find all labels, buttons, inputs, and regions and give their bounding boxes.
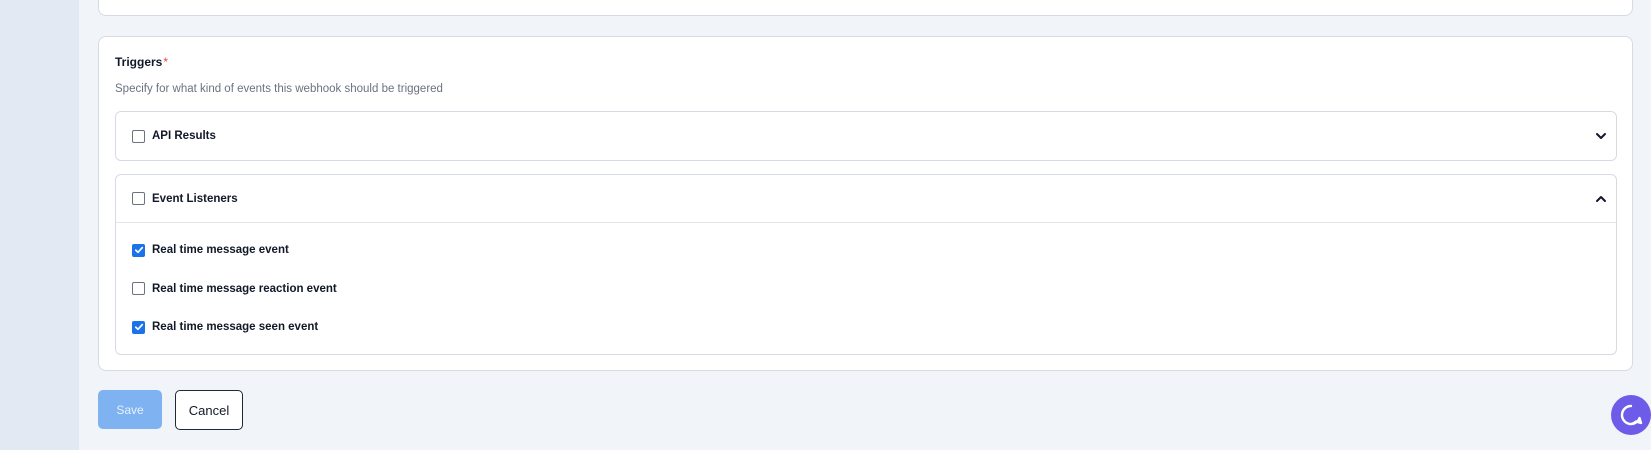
triggers-card: Triggers* Specify for what kind of event… bbox=[98, 36, 1633, 371]
triggers-title-text: Triggers bbox=[115, 55, 163, 69]
option-real-time-message-event[interactable]: Real time message event bbox=[116, 231, 1616, 270]
option-label: Real time message event bbox=[152, 244, 289, 257]
option-label: Real time message reaction event bbox=[152, 282, 337, 295]
chevron-down-icon[interactable] bbox=[1594, 129, 1608, 143]
accordion-header-api-results[interactable]: API Results bbox=[116, 112, 1616, 160]
option-real-time-message-seen-event[interactable]: Real time message seen event bbox=[116, 308, 1616, 347]
chat-widget-button[interactable] bbox=[1611, 395, 1651, 435]
cancel-button[interactable]: Cancel bbox=[175, 390, 243, 430]
real-time-message-event-checkbox[interactable] bbox=[132, 243, 145, 257]
accordion-event-listeners: Event Listeners Real time message event … bbox=[115, 174, 1617, 355]
option-real-time-message-reaction-event[interactable]: Real time message reaction event bbox=[116, 270, 1616, 309]
triggers-title: Triggers* bbox=[115, 55, 168, 69]
accordion-label-api-results: API Results bbox=[152, 130, 216, 142]
real-time-message-seen-event-checkbox[interactable] bbox=[132, 320, 145, 334]
chevron-up-icon[interactable] bbox=[1594, 192, 1608, 206]
triggers-description: Specify for what kind of events this web… bbox=[115, 83, 443, 95]
previous-section-card bbox=[98, 0, 1633, 16]
chat-bubble-icon bbox=[1620, 404, 1643, 426]
accordion-label-event-listeners: Event Listeners bbox=[152, 192, 238, 205]
option-label: Real time message seen event bbox=[152, 321, 319, 334]
accordion-api-results: API Results bbox=[115, 111, 1617, 161]
save-button[interactable]: Save bbox=[98, 390, 162, 429]
checkmark-icon bbox=[134, 247, 143, 254]
real-time-message-reaction-event-checkbox[interactable] bbox=[132, 282, 145, 296]
required-marker: * bbox=[163, 55, 169, 69]
event-listeners-checkbox[interactable] bbox=[132, 192, 145, 205]
checkmark-icon bbox=[134, 324, 143, 331]
accordion-header-event-listeners[interactable]: Event Listeners bbox=[116, 175, 1616, 223]
sidebar bbox=[0, 0, 79, 450]
api-results-checkbox[interactable] bbox=[132, 129, 145, 143]
event-listeners-options: Real time message event Real time messag… bbox=[116, 223, 1616, 347]
